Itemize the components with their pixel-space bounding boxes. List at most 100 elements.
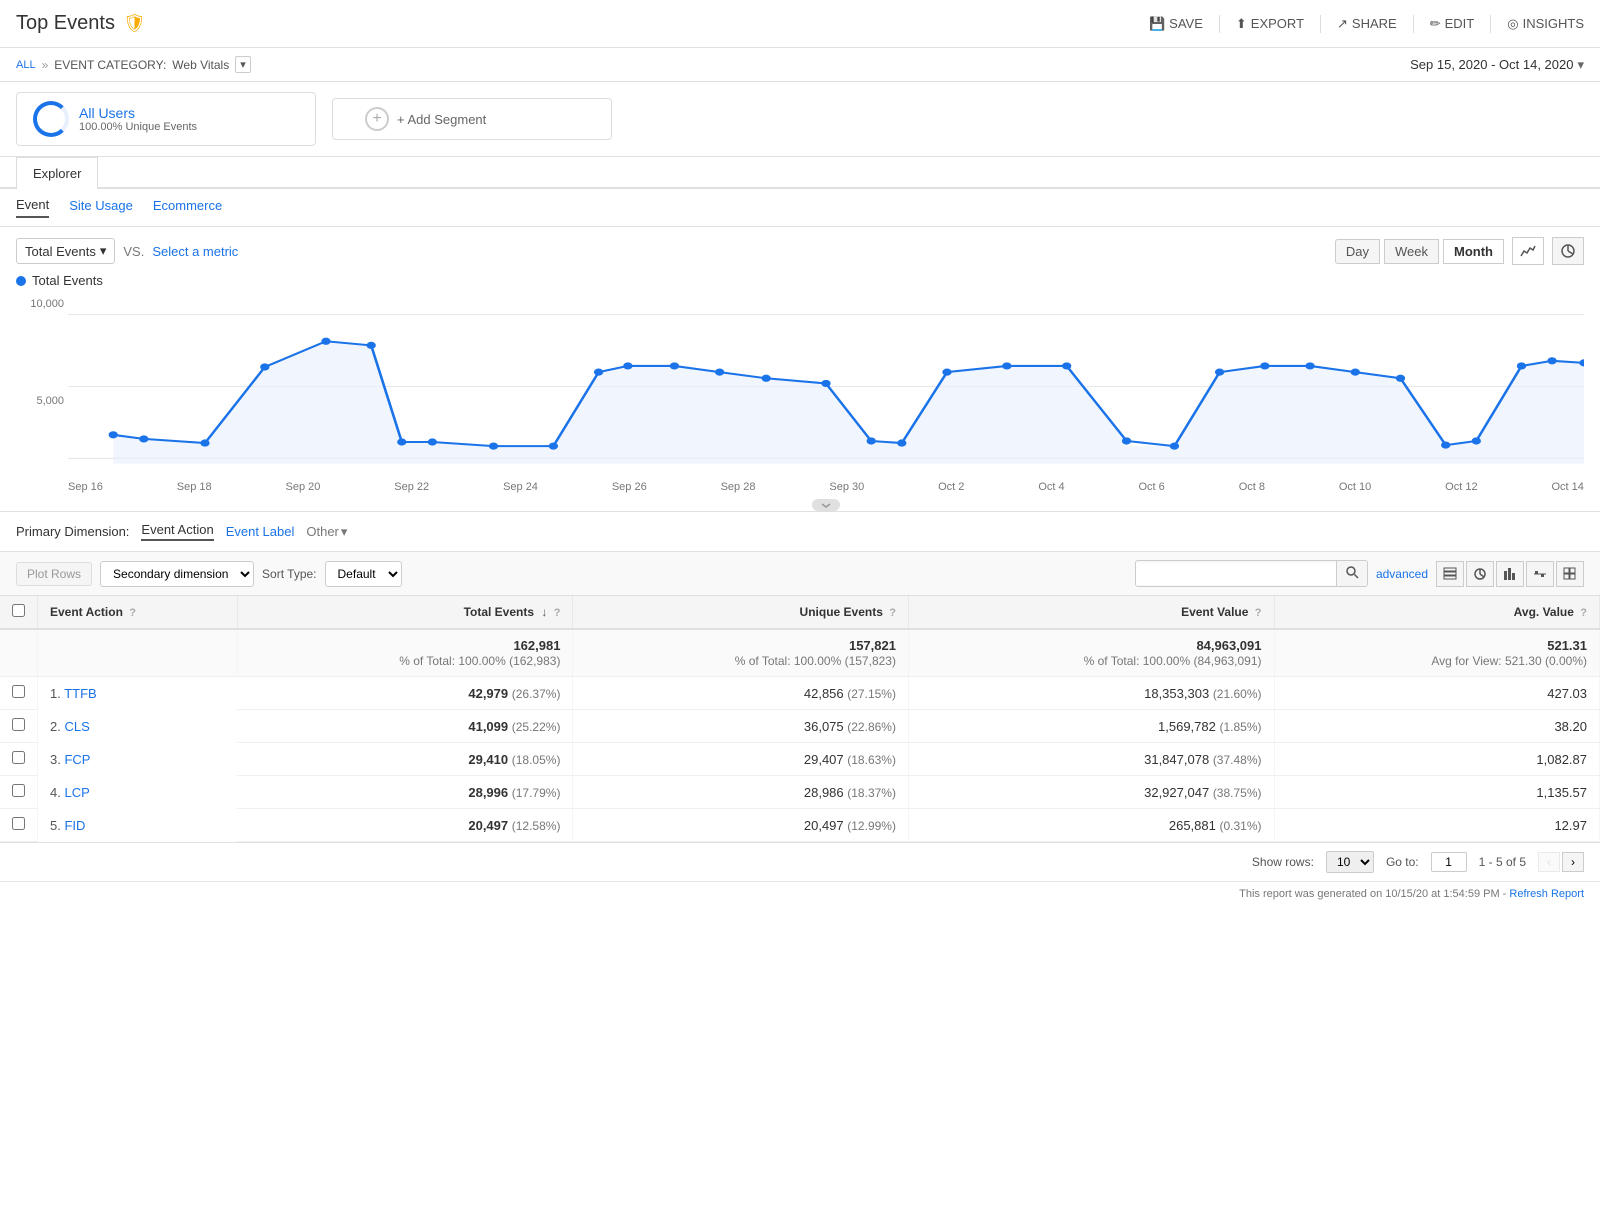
line-chart-btn[interactable] (1512, 237, 1544, 265)
breadcrumb-category-value: Web Vitals (172, 58, 229, 72)
save-button[interactable]: 💾 SAVE (1149, 16, 1203, 32)
row3-check[interactable] (0, 743, 38, 776)
row3-checkbox[interactable] (12, 751, 25, 764)
primary-metric-dropdown[interactable]: Total Events ▾ (16, 238, 115, 264)
table-toolbar-right: advanced (1135, 560, 1584, 587)
period-month-btn[interactable]: Month (1443, 239, 1504, 264)
row2-check[interactable] (0, 710, 38, 743)
totals-label (38, 629, 238, 677)
row4-checkbox[interactable] (12, 784, 25, 797)
category-dropdown[interactable]: ▾ (235, 56, 251, 73)
add-segment-label: + Add Segment (397, 112, 486, 127)
th-total-events: Total Events ↓ ? (237, 596, 573, 629)
th-event-value: Event Value ? (908, 596, 1274, 629)
x-label-sep18: Sep 18 (177, 481, 212, 493)
x-label-sep16: Sep 16 (68, 481, 103, 493)
divider (1219, 15, 1220, 33)
pie-view-btn[interactable] (1466, 561, 1494, 587)
refresh-report-link[interactable]: Refresh Report (1509, 888, 1584, 900)
report-generated-text: This report was generated on 10/15/20 at… (1239, 888, 1506, 900)
explorer-tab-bar: Explorer (16, 157, 1584, 187)
chart-scroll-handle[interactable] (812, 499, 840, 511)
export-button[interactable]: ⬆ EXPORT (1236, 16, 1304, 32)
table-row: 1. TTFB 42,979 (26.37%) 42,856 (27.15%) … (0, 677, 1600, 710)
row4-event-value: 32,927,047 (38.75%) (908, 776, 1274, 809)
top-bar: Top Events 🛡 💾 SAVE ⬆ EXPORT ↗ SHARE ✏ E… (0, 0, 1600, 48)
date-range-caret: ▾ (1577, 57, 1584, 73)
shield-icon: 🛡 (123, 13, 146, 34)
next-page-btn[interactable]: › (1562, 852, 1584, 872)
table-footer: Show rows: 10 Go to: 1 1 - 5 of 5 ‹ › (0, 842, 1600, 881)
scatter-chart-btn[interactable] (1552, 237, 1584, 265)
th-avg-value-help: ? (1580, 607, 1587, 619)
add-segment-card[interactable]: + + Add Segment (332, 98, 612, 140)
row3-avg-value: 1,082.87 (1274, 743, 1599, 776)
bar-view-btn[interactable] (1496, 561, 1524, 587)
row1-check[interactable] (0, 677, 38, 710)
select-all-checkbox[interactable] (12, 604, 25, 617)
all-link[interactable]: ALL (16, 59, 36, 71)
tab-site-usage[interactable]: Site Usage (69, 198, 133, 217)
divider (1320, 15, 1321, 33)
table-row: 4. LCP 28,996 (17.79%) 28,986 (18.37%) 3… (0, 776, 1600, 809)
row5-unique-events: 20,497 (12.99%) (573, 809, 909, 842)
th-unique-events-help: ? (889, 607, 896, 619)
search-btn[interactable] (1336, 561, 1367, 586)
th-event-action: Event Action ? (38, 596, 238, 629)
tab-ecommerce[interactable]: Ecommerce (153, 198, 222, 217)
x-label-sep28: Sep 28 (721, 481, 756, 493)
row5-name[interactable]: FID (64, 818, 85, 833)
goto-input[interactable]: 1 (1431, 852, 1467, 872)
primary-dimension-active[interactable]: Event Action (141, 522, 213, 541)
breadcrumb-sep: » (42, 58, 49, 72)
row5-check[interactable] (0, 809, 38, 842)
period-day-btn[interactable]: Day (1335, 239, 1380, 264)
row3-event-value: 31,847,078 (37.48%) (908, 743, 1274, 776)
primary-dimension-event-label[interactable]: Event Label (226, 524, 295, 539)
x-label-sep24: Sep 24 (503, 481, 538, 493)
row2-unique-events: 36,075 (22.86%) (573, 710, 909, 743)
row1-checkbox[interactable] (12, 685, 25, 698)
page-nav: ‹ › (1538, 852, 1584, 872)
segment-name: All Users (79, 105, 197, 121)
row2-name[interactable]: CLS (64, 719, 89, 734)
page-title-area: Top Events 🛡 (16, 12, 146, 35)
goto-label: Go to: (1386, 855, 1419, 869)
show-rows-select[interactable]: 10 (1326, 851, 1374, 873)
insights-button[interactable]: ◎ INSIGHTS (1507, 16, 1584, 32)
secondary-dimension-select[interactable]: Secondary dimension (100, 561, 254, 587)
row3-name[interactable]: FCP (64, 752, 90, 767)
row5-checkbox[interactable] (12, 817, 25, 830)
prev-page-btn[interactable]: ‹ (1538, 852, 1560, 872)
row2-checkbox[interactable] (12, 718, 25, 731)
th-event-action-help: ? (129, 607, 136, 619)
comparison-view-btn[interactable] (1526, 561, 1554, 587)
row4-name[interactable]: LCP (64, 785, 89, 800)
tab-event[interactable]: Event (16, 197, 49, 218)
report-footer: This report was generated on 10/15/20 at… (0, 881, 1600, 906)
all-users-segment[interactable]: All Users 100.00% Unique Events (16, 92, 316, 146)
save-icon: 💾 (1149, 16, 1165, 32)
select-metric-link[interactable]: Select a metric (152, 244, 238, 259)
share-button[interactable]: ↗ SHARE (1337, 16, 1397, 32)
date-range[interactable]: Sep 15, 2020 - Oct 14, 2020 ▾ (1410, 57, 1584, 73)
top-actions: 💾 SAVE ⬆ EXPORT ↗ SHARE ✏ EDIT ◎ INSIGHT… (1149, 15, 1584, 33)
table-view-btn[interactable] (1436, 561, 1464, 587)
row4-check[interactable] (0, 776, 38, 809)
sort-type-select[interactable]: Default (325, 561, 402, 587)
segment-sub: 100.00% Unique Events (79, 121, 197, 133)
advanced-link[interactable]: advanced (1376, 567, 1428, 581)
totals-total-events: 162,981 % of Total: 100.00% (162,983) (237, 629, 573, 677)
period-week-btn[interactable]: Week (1384, 239, 1439, 264)
row1-name[interactable]: TTFB (64, 686, 97, 701)
row5-avg-value: 12.97 (1274, 809, 1599, 842)
totals-avg-value: 521.31 Avg for View: 521.30 (0.00%) (1274, 629, 1599, 677)
edit-button[interactable]: ✏ EDIT (1430, 16, 1475, 32)
tab-explorer[interactable]: Explorer (16, 157, 98, 189)
other-dropdown[interactable]: Other ▾ (306, 524, 347, 540)
search-input[interactable] (1136, 563, 1336, 585)
explorer-tabs: Explorer (0, 157, 1600, 189)
pivot-view-btn[interactable] (1556, 561, 1584, 587)
search-box (1135, 560, 1368, 587)
segment-info: All Users 100.00% Unique Events (79, 105, 197, 133)
